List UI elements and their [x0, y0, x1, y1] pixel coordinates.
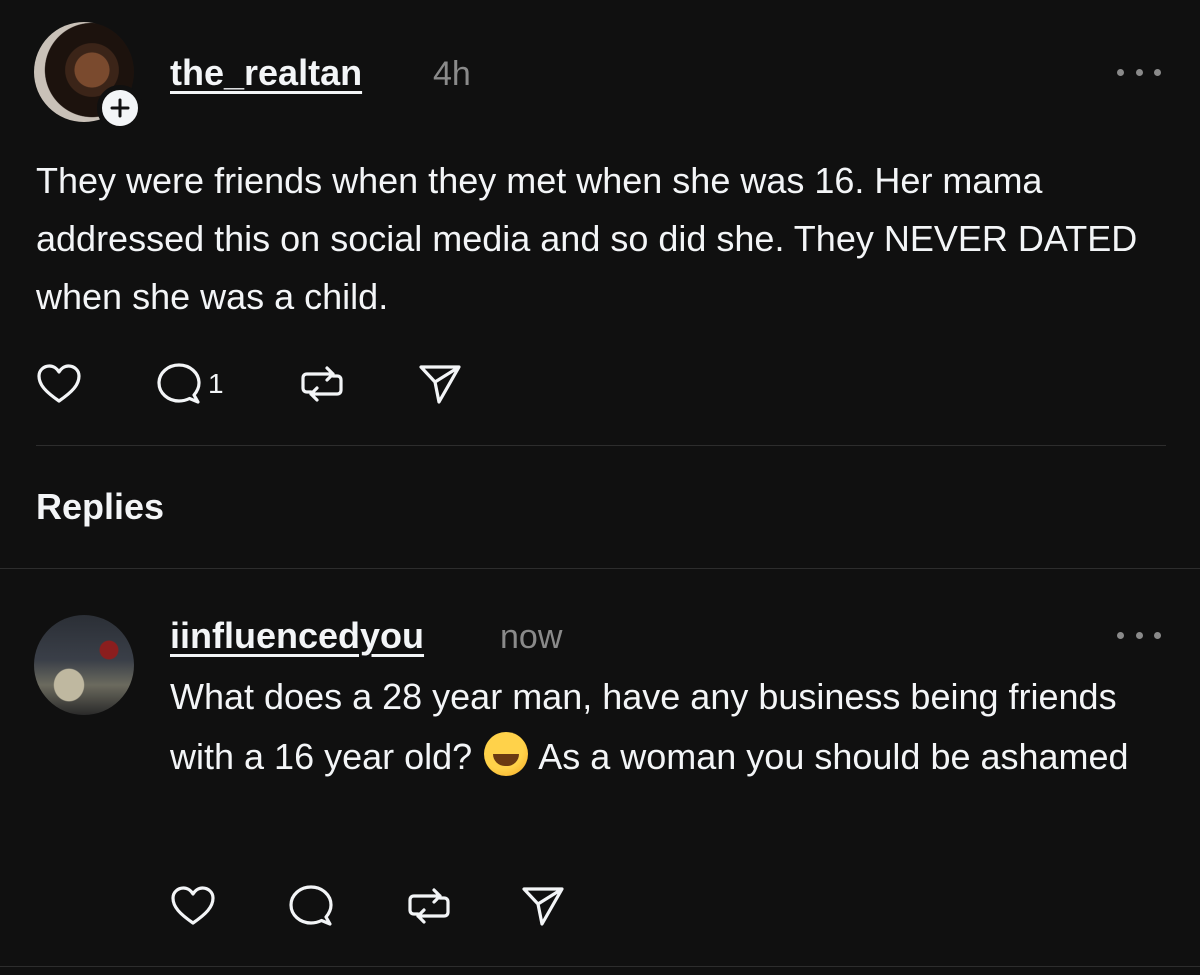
reply-more-button[interactable]: [1117, 625, 1161, 645]
bottom-divider: [0, 966, 1200, 967]
reply-actions: [170, 884, 566, 928]
replies-heading: Replies: [36, 486, 165, 527]
repost-icon: [408, 888, 450, 924]
reply-text-part-2: As a woman you should be ashamed: [538, 736, 1129, 777]
send-icon: [522, 887, 564, 926]
reply-comment-button[interactable]: [288, 884, 406, 928]
replies-divider: [0, 568, 1200, 569]
post-body: They were friends when they met when she…: [36, 160, 1138, 317]
repost-button[interactable]: [299, 362, 417, 406]
comment-bubble-icon: [157, 363, 201, 404]
author-username[interactable]: the_realtan: [170, 52, 362, 94]
rolling-on-floor-laughing-emoji: [484, 732, 529, 776]
heart-icon: [171, 886, 215, 925]
more-horizontal-icon: [1117, 68, 1124, 76]
reply-author-avatar[interactable]: [34, 615, 134, 715]
reply-share-button[interactable]: [520, 884, 566, 928]
post-more-button[interactable]: [1117, 62, 1161, 82]
post-divider: [36, 445, 1166, 446]
reply-body: What does a 28 year man, have any busine…: [170, 667, 1170, 787]
plus-icon: [110, 98, 130, 118]
reply-author-username[interactable]: iinfluencedyou: [170, 615, 424, 657]
reply-like-button[interactable]: [170, 885, 288, 927]
post-timestamp: 4h: [433, 55, 471, 93]
comment-button[interactable]: 1: [156, 362, 299, 406]
send-icon: [419, 365, 461, 404]
follow-button[interactable]: [97, 85, 143, 131]
more-horizontal-icon: [1117, 631, 1124, 639]
reply-count: 1: [208, 368, 224, 399]
thread-view: the_realtan 4h They were friends when th…: [0, 0, 1200, 975]
share-button[interactable]: [417, 362, 463, 406]
reply-timestamp: now: [500, 618, 563, 656]
reply-repost-button[interactable]: [406, 884, 520, 928]
comment-bubble-icon: [289, 885, 333, 926]
repost-icon: [301, 366, 343, 402]
post-actions: 1: [36, 362, 463, 406]
heart-icon: [37, 364, 81, 403]
like-button[interactable]: [36, 363, 156, 405]
